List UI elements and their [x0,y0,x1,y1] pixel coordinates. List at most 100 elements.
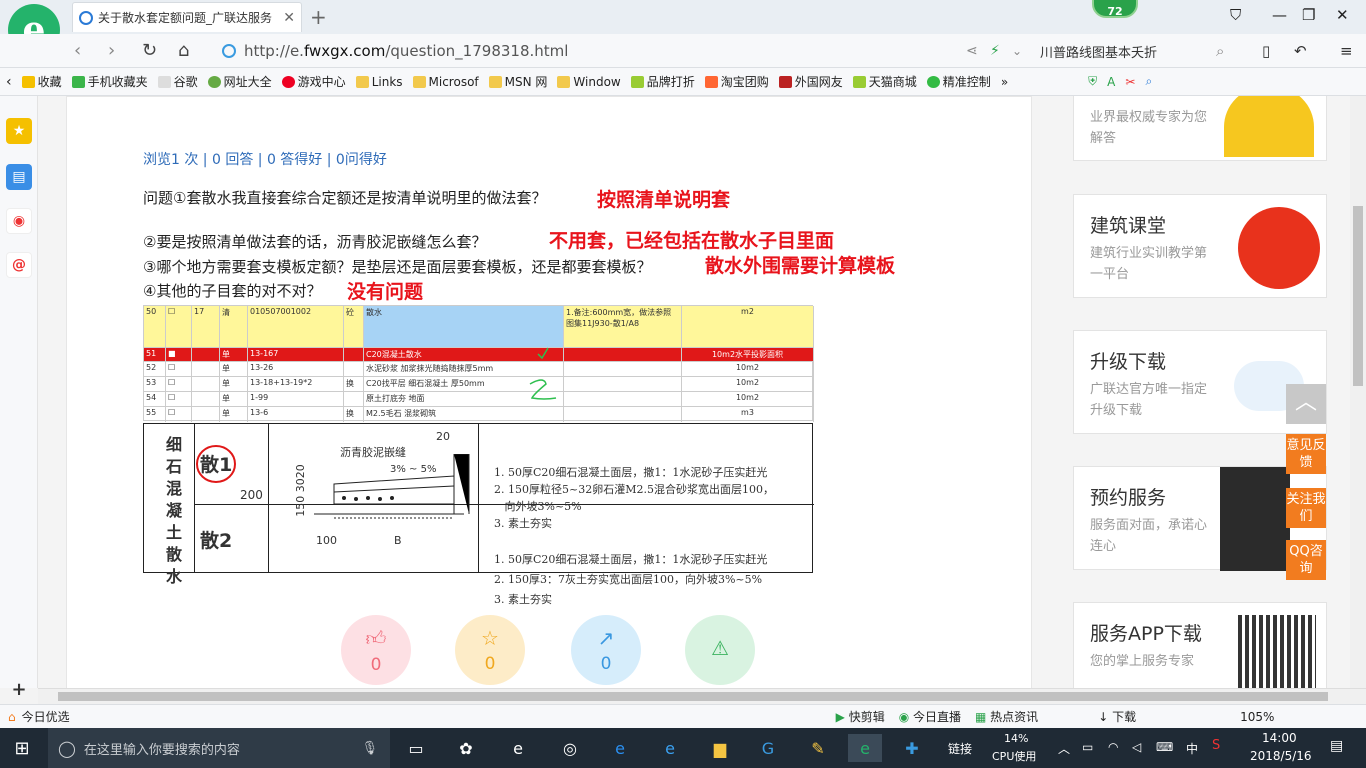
translate-icon[interactable]: A [1107,75,1115,89]
clock-time[interactable]: 14:00 [1262,731,1297,745]
report-button[interactable]: ⚠ [685,615,755,685]
phone-icon[interactable]: ▯ [1262,42,1270,60]
url-field[interactable]: http://e. fwxgx.com/question_1798318.html [222,39,962,63]
zoom-level[interactable]: 105% [1240,710,1274,724]
browser-tab[interactable]: 关于散水套定额问题_广联达服务 ✕ [72,2,302,32]
reading-list-icon[interactable]: ▤ [6,164,32,190]
shield-icon[interactable]: ⛨ [1088,74,1097,89]
wifi-icon[interactable]: ◠ [1108,740,1118,754]
back-to-top-button[interactable]: ︿ [1286,384,1326,424]
settings-app-icon[interactable]: ✚ [898,734,926,762]
ie-icon[interactable]: e [504,734,532,762]
share-button[interactable]: ↗ 0 [571,615,641,685]
share-icon: ↗ [597,626,615,650]
course-card[interactable]: 建筑课堂 建筑行业实训教学第一平台 [1073,194,1327,298]
search-icon[interactable]: ⌕ [1216,42,1224,60]
app-download-card[interactable]: 服务APP下载 您的掌上服务专家 [1073,602,1327,688]
clock-date[interactable]: 2018/5/16 [1250,749,1312,763]
chevron-down-icon[interactable]: ⌄ [1012,44,1022,58]
notification-badge[interactable]: 72 [1092,0,1138,18]
bookmark-item[interactable]: 网址大全 [207,73,272,90]
menu-icon[interactable]: ≡ [1340,42,1353,60]
bookmark-item[interactable]: 游戏中心 [281,73,346,90]
undo-icon[interactable]: ↶ [1294,42,1307,60]
link-toolbar[interactable]: 链接 [948,740,972,757]
status-item[interactable]: ◉ 今日直播 [899,708,961,725]
status-bar: ⌂ 今日优选 ▶ 快剪辑 ◉ 今日直播 ▦ 热点资讯 ↓ 下载 105% [0,704,1366,728]
bookmark-item[interactable]: 谷歌 [157,73,198,90]
bookmarks-more-icon[interactable]: » [1001,75,1008,89]
bookmarks-nav-left-icon[interactable]: ‹ [6,74,12,90]
ie-blue-icon[interactable]: e [656,734,684,762]
lightning-icon[interactable]: ⚡ [990,43,1000,59]
bookmark-folder[interactable]: Window [557,75,621,89]
scroll-thumb[interactable] [1353,206,1363,386]
minimize-icon[interactable]: — [1272,6,1287,24]
favorites-icon[interactable]: ★ [6,118,32,144]
status-today[interactable]: 今日优选 [22,708,70,725]
ime-indicator[interactable]: 中 [1186,740,1198,757]
share-icon[interactable]: ⋖ [966,43,978,59]
taskbar-search[interactable]: ◯ 在这里输入你要搜索的内容 🎙︎ [48,728,390,768]
expert-card[interactable]: 业界最权威专家为您解答 [1073,96,1327,161]
windows-start-icon[interactable]: ⊞ [8,734,36,762]
new-tab-icon[interactable]: + [310,5,327,29]
keyboard-icon[interactable]: ⌨ [1156,740,1173,754]
shirt-icon[interactable]: ⛉ [1230,6,1241,24]
bookmark-folder[interactable]: MSN 网 [488,73,547,90]
close-window-icon[interactable]: ✕ [1336,6,1349,24]
cpu-percent: 14% [1004,732,1029,745]
back-icon[interactable]: ‹ [74,40,81,61]
weibo-icon[interactable]: ◉ [6,208,32,234]
bookmark-item[interactable]: 淘宝团购 [704,73,769,90]
active-browser-icon[interactable]: e [848,734,882,762]
scroll-thumb[interactable] [58,692,1328,701]
glodon-app-icon[interactable]: G [754,734,782,762]
status-item[interactable]: ▦ 热点资讯 [975,708,1038,725]
fan-app-icon[interactable]: ✿ [452,734,480,762]
status-item[interactable]: ↓ 下载 [1098,708,1136,725]
bookmark-item[interactable]: 品牌打折 [630,73,695,90]
task-view-icon[interactable]: ▭ [402,734,430,762]
bookmark-item[interactable]: 天猫商城 [852,73,917,90]
qr-code-image [1238,615,1316,688]
tab-close-icon[interactable]: ✕ [283,10,295,26]
forward-icon[interactable]: › [108,40,115,61]
sogou-icon[interactable]: S [1212,738,1220,753]
mail-icon[interactable]: @ [6,252,32,278]
add-sidebar-icon[interactable]: + [6,676,32,702]
refresh-icon[interactable]: ↻ [142,40,157,61]
bookmark-folder[interactable]: Microsof [412,75,479,89]
search-tool-icon[interactable]: ⌕ [1145,74,1152,89]
vertical-scrollbar[interactable] [1350,96,1366,688]
tray-expand-icon[interactable]: ︿ [1058,740,1070,757]
qq-consult-button[interactable]: QQ咨询 [1286,540,1326,580]
bookmark-folder[interactable]: Links [355,75,403,89]
favorite-button[interactable]: ☆ 0 [455,615,525,685]
feedback-button[interactable]: 意见反馈 [1286,434,1326,474]
browser-app-icon[interactable]: ◎ [556,734,584,762]
horizontal-scrollbar[interactable] [38,688,1366,704]
home-icon[interactable]: ⌂ [178,40,189,61]
scissors-icon[interactable]: ✂ [1125,75,1135,89]
volume-icon[interactable]: ◁ [1132,740,1141,754]
edge-icon[interactable]: e [606,734,634,762]
microphone-icon[interactable]: 🎙︎ [361,741,378,756]
bookmark-item[interactable]: 精准控制 [926,73,991,90]
restore-icon[interactable]: ❐ [1302,6,1315,24]
follow-button[interactable]: 关注我们 [1286,488,1326,528]
bookmark-item[interactable]: 手机收藏夹 [71,73,148,90]
status-item[interactable]: ▶ 快剪辑 [836,708,885,725]
question-stats[interactable]: 浏览1 次 | 0 回答 | 0 答得好 | 0问得好 [143,149,387,169]
file-explorer-icon[interactable]: ▆ [706,734,734,762]
like-button[interactable]: 👍︎ 0 [341,615,411,685]
bookmark-item[interactable]: 收藏 [21,73,62,90]
battery-icon[interactable]: ▭ [1082,740,1093,754]
notes-app-icon[interactable]: ✎ [804,734,832,762]
answer-1: 按照清单说明套 [597,189,731,211]
notification-center-icon[interactable]: ▤ [1330,738,1343,754]
course-logo-icon [1238,207,1320,289]
search-box[interactable]: 川普路线图基本夭折 [1040,39,1240,63]
bookmark-item[interactable]: 外国网友 [778,73,843,90]
card-subtitle: 建筑行业实训教学第一平台 [1090,246,1208,282]
